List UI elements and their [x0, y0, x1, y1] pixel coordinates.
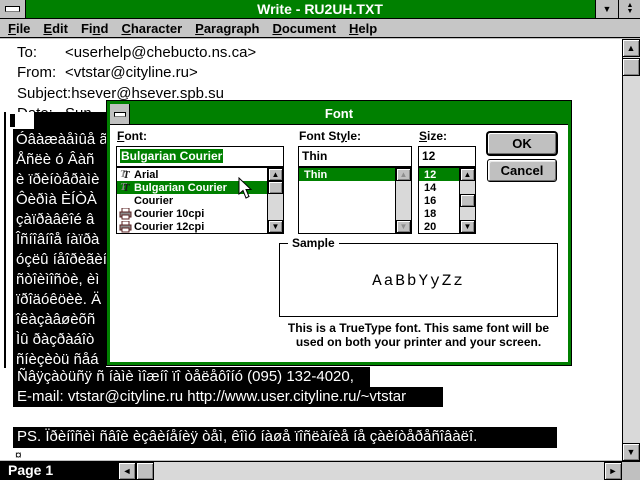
menu-document[interactable]: Document [272, 21, 336, 36]
font-dialog-titlebar[interactable]: Font [110, 104, 568, 125]
scroll-up-button[interactable]: ▲ [622, 39, 640, 57]
font-list-scrollbar[interactable]: ▲ ▼ [267, 168, 283, 233]
size-label: Size: [419, 129, 447, 143]
font-list-scroll-thumb[interactable] [268, 181, 283, 194]
restore-down-icon: ▼ [627, 9, 634, 15]
minimize-button[interactable]: ▼ [595, 0, 618, 18]
scroll-left-icon: ◄ [123, 466, 132, 476]
dialog-system-menu-button[interactable] [110, 104, 130, 124]
selected-line: Ôèðìà ÈÍÒÀ [16, 190, 106, 210]
font-style-label: Font Style: [299, 129, 361, 143]
font-label: Font: [117, 129, 147, 143]
font-dialog-body: Font: Bulgarian Courier TT Arial TT Bulg… [110, 125, 568, 362]
font-style-list[interactable]: Thin ▲ ▼ [298, 167, 412, 234]
font-style-input[interactable]: Thin [298, 146, 412, 167]
selected-line: Åñëè ó Âàñ [16, 150, 106, 170]
printer-icon [119, 208, 134, 220]
scroll-down-button-disabled: ▼ [396, 220, 411, 233]
minimize-icon: ▼ [603, 5, 612, 14]
menu-paragraph[interactable]: Paragraph [195, 21, 259, 36]
menu-find[interactable]: Find [81, 21, 108, 36]
style-list-scrollbar[interactable]: ▲ ▼ [395, 168, 411, 233]
write-window: Write - RU2UH.TXT ▼ ▲ ▼ File Edit Find C… [0, 0, 640, 480]
scroll-right-icon: ► [609, 466, 618, 476]
scroll-down-button[interactable]: ▼ [460, 220, 475, 233]
selected-line: Ìû ðàçðàáîò [16, 330, 106, 350]
selected-line: Óâàæàåìûå ã [16, 130, 106, 150]
selected-line: ñòîèìîñòè, èì [16, 270, 106, 290]
ok-button[interactable]: OK [487, 132, 557, 155]
scroll-up-button[interactable]: ▲ [460, 168, 475, 181]
paragraph-mark: ¤ [15, 448, 22, 460]
text-caret [10, 114, 15, 127]
restore-button[interactable]: ▲ ▼ [618, 0, 640, 18]
size-input[interactable]: 12 [418, 146, 476, 167]
system-menu-button[interactable] [0, 0, 26, 18]
font-input[interactable]: Bulgarian Courier [116, 146, 284, 167]
font-list-item-arial[interactable]: TT Arial [117, 168, 283, 181]
selected-line: îêàçàâøèõñ [16, 310, 106, 330]
vertical-scroll-thumb[interactable] [622, 58, 640, 76]
selected-line: óçëû íåîðèãèí [16, 250, 106, 270]
font-list-item-bulgarian-courier[interactable]: TT Bulgarian Courier [117, 181, 283, 194]
menu-edit[interactable]: Edit [43, 21, 68, 36]
font-list[interactable]: TT Arial TT Bulgarian Courier Courier [116, 167, 284, 234]
horizontal-scroll-thumb[interactable] [136, 462, 154, 480]
cancel-button[interactable]: Cancel [487, 159, 557, 182]
scroll-up-icon: ▲ [627, 43, 636, 53]
selected-text-column: Óâàæàåìûå ã Åñëè ó Âàñ è ïðèíòåðàìè Ôèðì… [13, 112, 106, 370]
sample-text: AaBbYyZz [280, 272, 557, 290]
truetype-icon: TT [119, 169, 134, 181]
scroll-up-button[interactable]: ▲ [268, 168, 283, 181]
window-title: Write - RU2UH.TXT [0, 0, 640, 18]
size-list-scrollbar[interactable]: ▲ ▼ [459, 168, 475, 233]
truetype-icon: TT [119, 182, 134, 194]
sample-groupbox: Sample AaBbYyZz [279, 243, 558, 317]
menu-character[interactable]: Character [121, 21, 182, 36]
system-menu-icon [5, 6, 20, 12]
page-indicator: Page 1 [0, 461, 118, 480]
highlighted-ps-line: PS. Ïðèíîñèì ñâîè èçâèíåíèÿ òåì, êîìó íà… [13, 427, 557, 448]
size-list-scroll-thumb[interactable] [460, 194, 475, 207]
selected-line: ïðîäóêöèè. Ä [16, 290, 106, 310]
menubar: File Edit Find Character Paragraph Docum… [0, 19, 640, 38]
scroll-left-button[interactable]: ◄ [118, 462, 136, 480]
font-list-item-courier-12cpi[interactable]: Courier 12cpi [117, 220, 283, 233]
selected-line: è ïðèíòåðàìè [16, 170, 106, 190]
mouse-cursor-icon [238, 177, 254, 205]
selected-line: çàïðàâêîé â [16, 210, 106, 230]
truetype-note: This is a TrueType font. This same font … [254, 321, 583, 349]
font-dialog-frame: Font Font: Bulgarian Courier TT Arial TT… [110, 104, 568, 362]
font-list-item-courier[interactable]: Courier [117, 194, 283, 207]
scroll-down-icon: ▼ [627, 447, 636, 457]
header-line-to: To:<userhelp@chebucto.ns.ca> [17, 43, 256, 63]
sample-label: Sample [288, 236, 339, 250]
font-dialog-title: Font [110, 104, 568, 124]
scroll-down-button[interactable]: ▼ [622, 443, 640, 461]
menu-file[interactable]: File [8, 21, 30, 36]
scrollbar-corner [622, 462, 640, 480]
printer-icon [119, 221, 134, 233]
font-dialog: Font Font: Bulgarian Courier TT Arial TT… [106, 100, 572, 366]
header-line-from: From:<vtstar@cityline.ru> [17, 63, 198, 83]
scroll-up-button-disabled: ▲ [396, 168, 411, 181]
selected-line: Îñíîâíîå íàïðà [16, 230, 106, 250]
selection-gap [13, 112, 34, 129]
selection-left-rule [4, 112, 6, 368]
scroll-right-button[interactable]: ► [604, 462, 622, 480]
size-list[interactable]: 12 14 16 18 20 ▲ ▼ [418, 167, 476, 234]
highlighted-phone-line: Ñâÿçàòüñÿ ñ íàìè ìîæíî ïî òåëåôîíó (095)… [13, 367, 370, 387]
titlebar: Write - RU2UH.TXT ▼ ▲ ▼ [0, 0, 640, 19]
scroll-down-button[interactable]: ▼ [268, 220, 283, 233]
font-list-item-courier-10cpi[interactable]: Courier 10cpi [117, 207, 283, 220]
highlighted-email-line: E-mail: vtstar@cityline.ru http://www.us… [13, 387, 443, 407]
vertical-scrollbar[interactable] [622, 39, 640, 461]
dialog-system-menu-icon [114, 112, 126, 117]
menu-help[interactable]: Help [349, 21, 377, 36]
